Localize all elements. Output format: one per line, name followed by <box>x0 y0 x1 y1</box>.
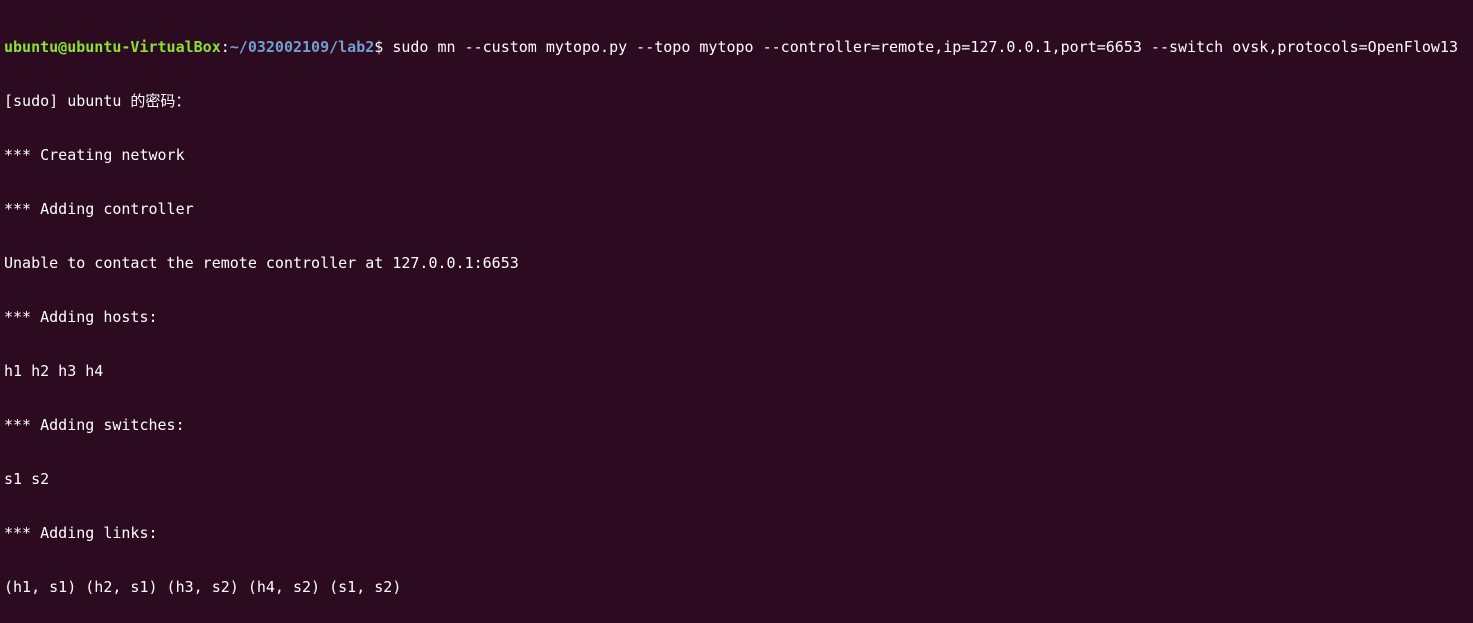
prompt-colon: : <box>221 38 230 56</box>
output-line: Unable to contact the remote controller … <box>4 254 1469 272</box>
output-line: s1 s2 <box>4 470 1469 488</box>
output-line: *** Adding links: <box>4 524 1469 542</box>
output-line: (h1, s1) (h2, s1) (h3, s2) (h4, s2) (s1,… <box>4 578 1469 596</box>
terminal-window[interactable]: ubuntu@ubuntu-VirtualBox:~/032002109/lab… <box>0 0 1473 623</box>
output-line: [sudo] ubuntu 的密码： <box>4 92 1469 110</box>
output-line: *** Adding hosts: <box>4 308 1469 326</box>
prompt-line: ubuntu@ubuntu-VirtualBox:~/032002109/lab… <box>4 38 1469 56</box>
output-line: *** Adding controller <box>4 200 1469 218</box>
entered-command: sudo mn --custom mytopo.py --topo mytopo… <box>392 38 1458 56</box>
output-line: h1 h2 h3 h4 <box>4 362 1469 380</box>
output-line: *** Adding switches: <box>4 416 1469 434</box>
prompt-dollar: $ <box>374 38 383 56</box>
prompt-path: ~/032002109/lab2 <box>230 38 375 56</box>
prompt-user-host: ubuntu@ubuntu-VirtualBox <box>4 38 221 56</box>
output-line: *** Creating network <box>4 146 1469 164</box>
